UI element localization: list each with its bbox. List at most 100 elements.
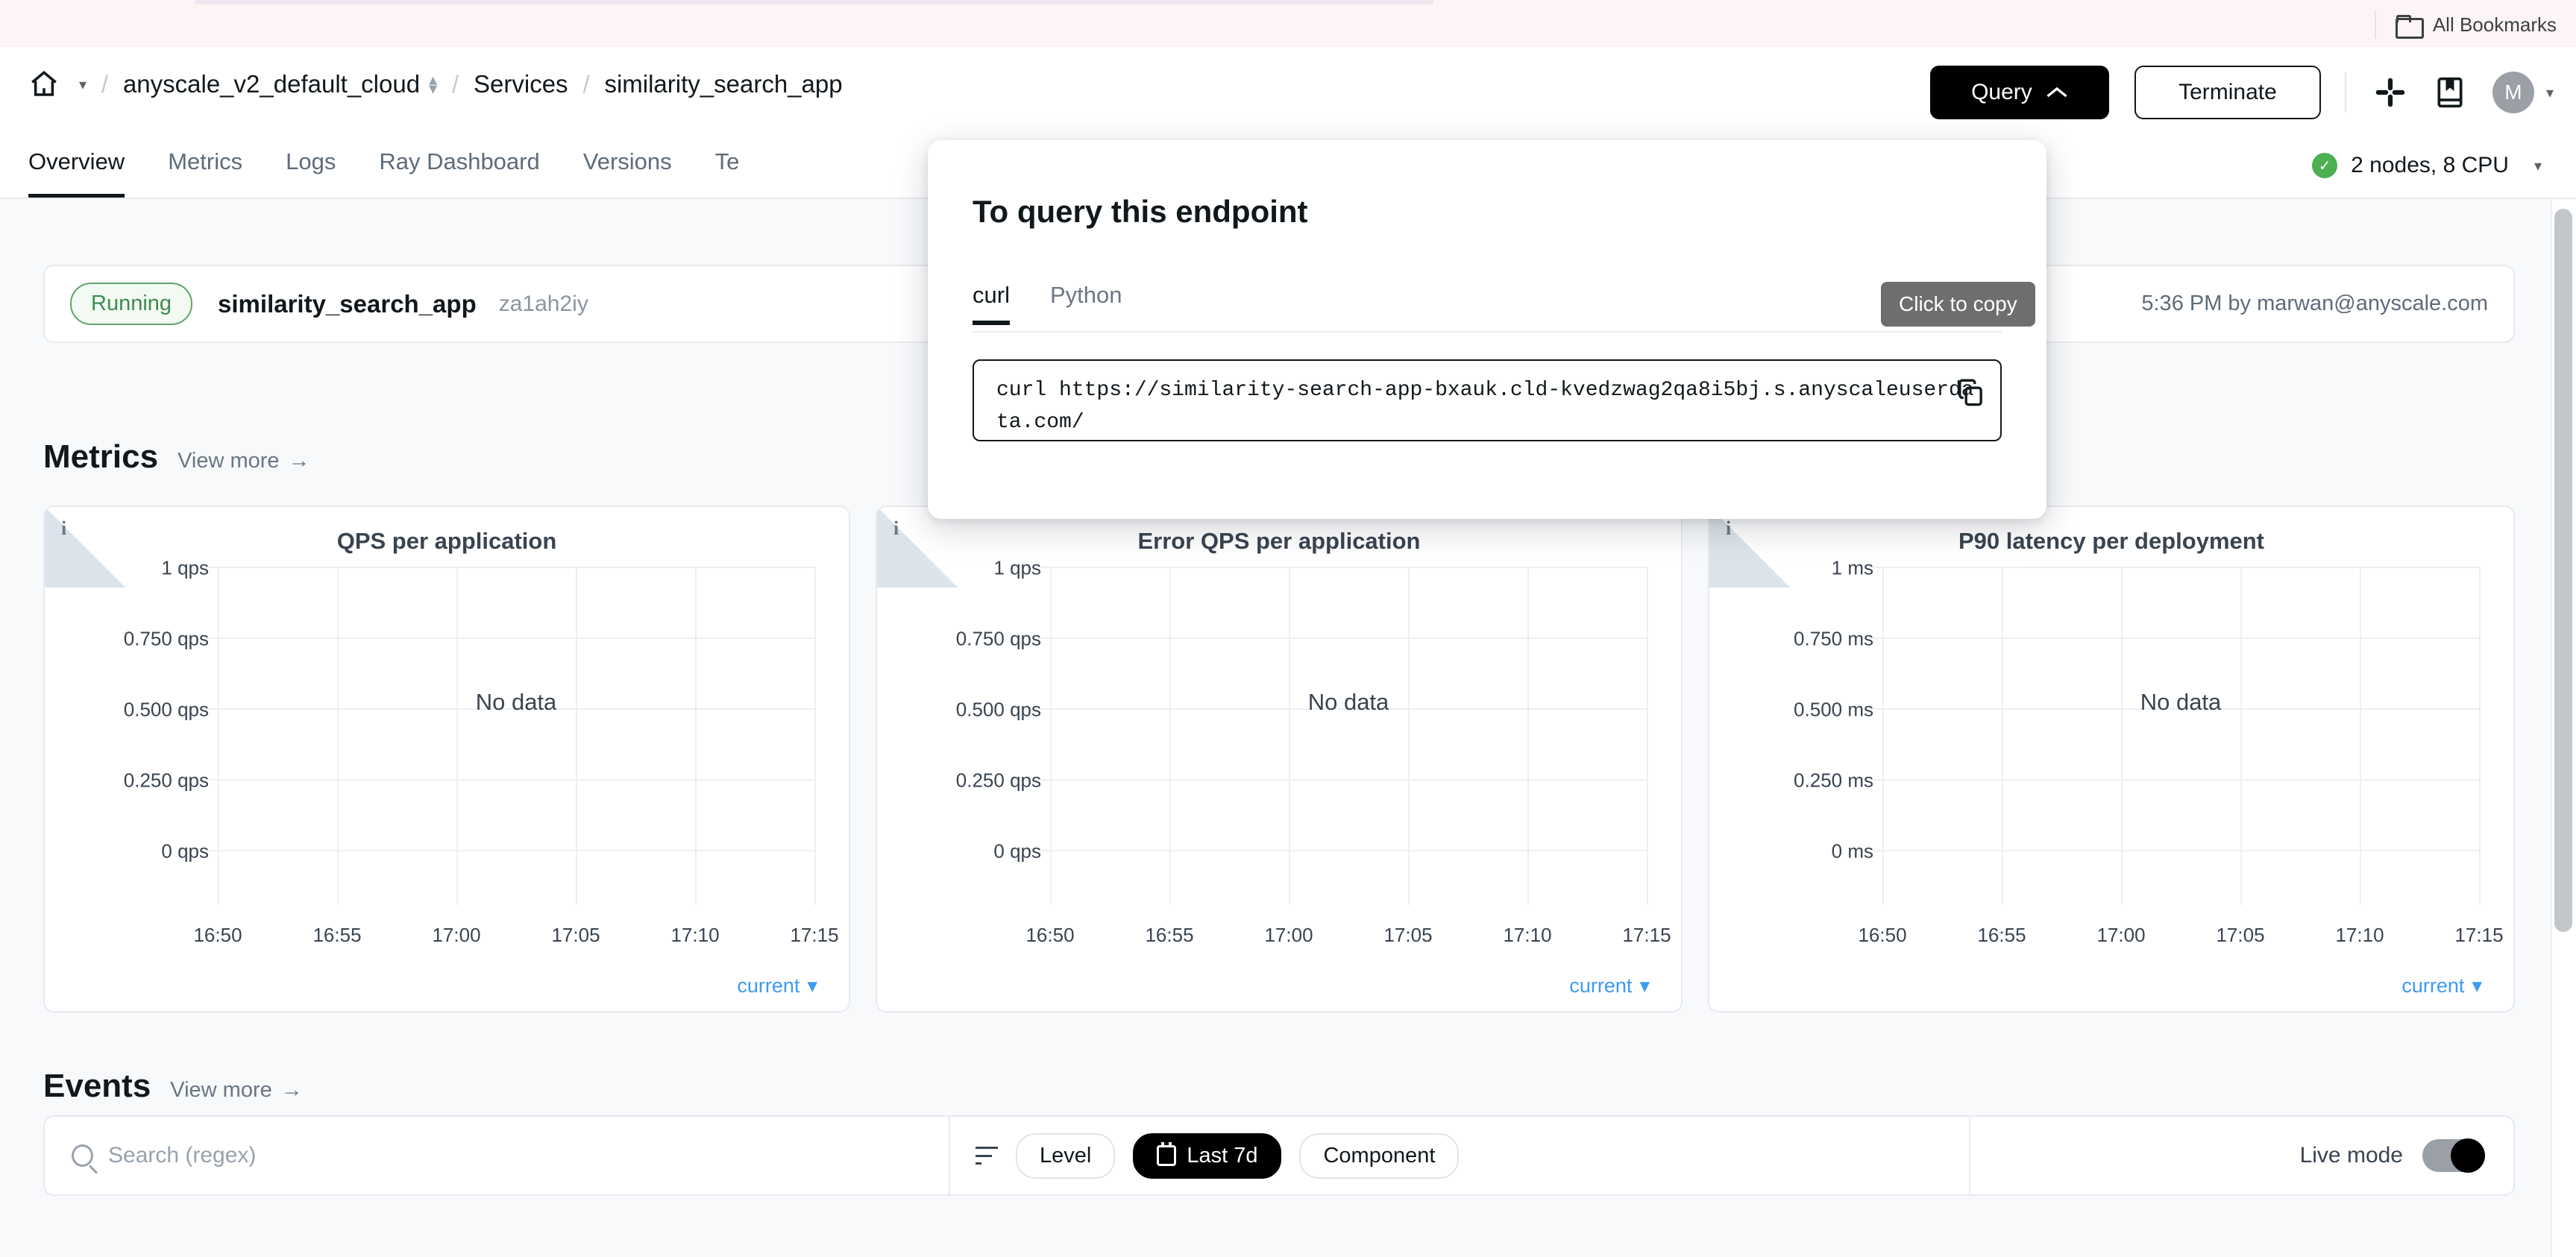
y-tick-0: 0 qps (993, 839, 1041, 863)
x-tick-2: 17:00 (432, 924, 481, 946)
arrow-right-icon: → (280, 1078, 303, 1102)
popup-tab-python-label: Python (1049, 282, 1122, 308)
filter-chips: Level Last 7d Component (950, 1132, 1460, 1179)
chart-empty-message: No data (475, 688, 557, 715)
cluster-status-badge[interactable]: ✓ 2 nodes, 8 CPU ▾ (2312, 153, 2542, 178)
popup-tab-list: curl Python (928, 230, 2046, 325)
tab-ray-dashboard[interactable]: Ray Dashboard (379, 139, 539, 198)
y-tick-4: 1 ms (1831, 556, 1873, 579)
home-icon[interactable] (28, 69, 60, 100)
tab-logs[interactable]: Logs (286, 139, 336, 198)
info-icon-glyph: i (61, 517, 67, 539)
avatar-initial: M (2504, 81, 2522, 104)
chart-empty-message: No data (1307, 688, 1389, 715)
page-scrollbar-thumb[interactable] (2554, 209, 2572, 932)
browser-tab-stub[interactable] (195, 0, 1433, 4)
chart-grid: 16:50 16:55 17:00 17:05 17:10 17:15 No d… (1858, 567, 2504, 946)
home-dropdown-caret-icon[interactable]: ▾ (79, 75, 87, 94)
bookmarks-bar[interactable]: All Bookmarks (2374, 10, 2557, 39)
search-input[interactable] (108, 1143, 949, 1168)
chart-legend-selector[interactable]: current ▾ (737, 974, 817, 998)
chip-last-7d[interactable]: Last 7d (1133, 1132, 1282, 1179)
metrics-view-more-link[interactable]: View more → (178, 449, 310, 473)
y-tick-2: 0.500 qps (123, 698, 209, 721)
breadcrumb: ▾ / anyscale_v2_default_cloud ▴ ▾ / Servi… (28, 69, 843, 100)
popup-tab-curl[interactable]: curl (973, 282, 1010, 325)
terminate-button[interactable]: Terminate (2134, 66, 2321, 119)
events-view-more-link[interactable]: View more → (170, 1078, 302, 1103)
query-endpoint-popup: To query this endpoint curl Python curl … (928, 140, 2046, 519)
copy-icon[interactable] (1954, 376, 1987, 409)
tab-versions-label: Versions (582, 148, 672, 174)
y-axis: 0 qps 0.250 qps 0.500 qps 0.750 qps 1 qp… (886, 557, 1041, 954)
search-icon (72, 1144, 93, 1167)
popup-tab-python[interactable]: Python (1050, 282, 1122, 325)
popup-tab-curl-label: curl (973, 282, 1010, 308)
cloud-switcher-icon[interactable]: ▴ ▾ (429, 71, 437, 96)
arrow-right-icon: → (288, 449, 310, 473)
y-tick-1: 0.250 qps (123, 769, 209, 792)
chip-last-7d-label: Last 7d (1187, 1143, 1258, 1168)
service-updated: 5:36 PM by marwan@anyscale.com (2141, 292, 2488, 315)
popup-tab-underline (973, 331, 2002, 333)
chart-legend-selector[interactable]: current ▾ (2401, 974, 2482, 998)
chevron-down-icon[interactable]: ▾ (2534, 157, 2542, 175)
check-circle-icon: ✓ (2312, 153, 2338, 178)
y-axis: 0 ms 0.250 ms 0.500 ms 0.750 ms 1 ms (1718, 557, 1873, 954)
chip-component[interactable]: Component (1299, 1132, 1460, 1179)
live-mode-divider (1969, 1117, 1970, 1194)
search-wrapper[interactable] (45, 1143, 949, 1168)
y-axis: 0 qps 0.250 qps 0.500 qps 0.750 qps 1 qp… (54, 557, 209, 954)
x-tick-5: 17:15 (1622, 924, 1671, 946)
live-mode-control: Live mode (2300, 1138, 2513, 1173)
x-tick-3: 17:05 (2216, 924, 2265, 946)
chart-legend-selector[interactable]: current ▾ (1569, 974, 1650, 998)
y-tick-4: 1 qps (993, 556, 1041, 579)
cluster-status-label: 2 nodes, 8 CPU (2351, 153, 2509, 177)
code-snippet-box[interactable]: curl https://similarity-search-app-bxauk… (973, 359, 2002, 441)
chart-plot-area: 0 ms 0.250 ms 0.500 ms 0.750 ms 1 ms 16:… (1709, 557, 2513, 954)
events-section-header: Events View more → (43, 1068, 303, 1105)
avatar[interactable]: M (2492, 72, 2534, 113)
chart-grid: 16:50 16:55 17:00 17:05 17:10 17:15 No d… (1025, 567, 1671, 946)
metric-card-p90-latency: i P90 latency per deployment 0 ms 0.250 … (1708, 505, 2515, 1012)
x-tick-2: 17:00 (1264, 924, 1313, 946)
x-tick-0: 16:50 (193, 924, 242, 946)
live-mode-toggle[interactable] (2422, 1138, 2485, 1173)
chevron-down-icon: ▾ (2472, 974, 2482, 997)
slack-icon[interactable] (2370, 72, 2410, 113)
tab-overview[interactable]: Overview (28, 139, 125, 198)
query-button[interactable]: Query (1929, 66, 2109, 119)
chip-level[interactable]: Level (1016, 1132, 1116, 1179)
y-tick-1: 0.250 ms (1794, 769, 1873, 792)
chart-empty-message: No data (2140, 688, 2222, 715)
service-name: similarity_search_app (218, 289, 477, 318)
metrics-cards-row: i QPS per application 0 qps 0.250 qps 0.… (43, 505, 2515, 1012)
tab-logs-label: Logs (286, 148, 336, 174)
account-dropdown-caret-icon[interactable]: ▾ (2546, 84, 2554, 102)
tab-truncated-label: Te (714, 148, 740, 174)
docs-icon[interactable] (2430, 72, 2470, 113)
chart-legend-label: current (1569, 974, 1633, 997)
chart-legend-label: current (2401, 974, 2465, 997)
x-tick-4: 17:10 (670, 924, 720, 946)
tab-truncated[interactable]: Te (715, 139, 740, 198)
tab-versions[interactable]: Versions (583, 139, 672, 198)
chart-grid: 16:50 16:55 17:00 17:05 17:10 17:15 No d… (193, 567, 839, 946)
status-badge: Running (70, 283, 193, 325)
breadcrumb-services[interactable]: Services (474, 70, 568, 98)
breadcrumb-cloud[interactable]: anyscale_v2_default_cloud (123, 70, 420, 98)
y-tick-0: 0 qps (161, 839, 209, 863)
chevron-up-icon (2046, 86, 2067, 98)
events-view-more-label: View more (170, 1078, 272, 1102)
x-tick-1: 16:55 (1145, 924, 1194, 946)
events-title: Events (43, 1068, 151, 1104)
x-tick-3: 17:05 (1383, 924, 1433, 946)
chevron-down-icon: ▾ (807, 974, 817, 997)
chip-component-label: Component (1323, 1143, 1436, 1168)
all-bookmarks-label: All Bookmarks (2432, 13, 2557, 36)
filter-icon[interactable] (976, 1147, 998, 1165)
tab-metrics[interactable]: Metrics (168, 139, 242, 198)
chip-level-label: Level (1040, 1143, 1092, 1168)
browser-chrome-strip: All Bookmarks (0, 0, 2576, 46)
